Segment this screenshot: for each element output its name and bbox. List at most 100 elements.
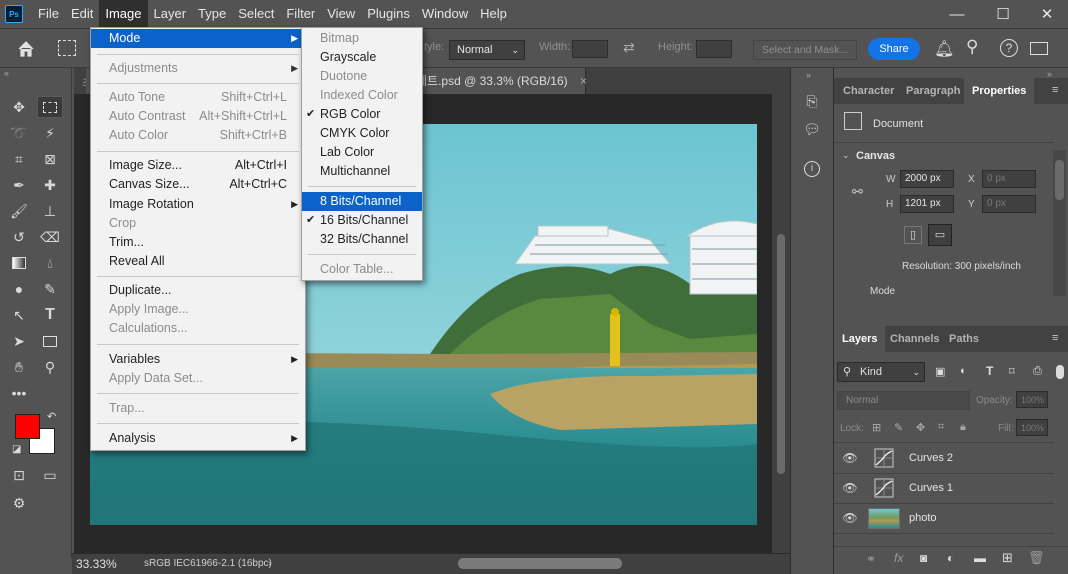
pen-tool-icon[interactable]: ✎ [37,278,63,300]
rectangle-tool-icon[interactable] [37,330,63,352]
layer-filter-dropdown[interactable]: ⚲ Kind ⌄ [837,362,925,382]
zoom-level[interactable]: 33.33% [76,557,117,571]
magic-wand-tool-icon[interactable]: ⚡ [37,122,63,144]
tab-layers[interactable]: Layers [834,326,886,352]
blend-mode-dropdown[interactable]: Normal [837,391,970,410]
hand-tool-icon[interactable]: ✋︎ [6,356,32,378]
swap-icon[interactable]: ⇄ [623,39,635,56]
marquee-tool-icon[interactable] [58,40,76,56]
add-mask-icon[interactable]: ◙ [920,551,927,565]
bell-icon[interactable]: 🔔︎ [934,39,954,59]
lock-artboard-icon[interactable]: ⌗ [938,421,944,434]
layer-name[interactable]: photo [909,512,937,524]
properties-scroll-thumb[interactable] [1055,160,1064,200]
menu-item-32-bits[interactable]: 32 Bits/Channel [302,230,422,249]
menu-item-color-table[interactable]: Color Table... [302,260,422,279]
menu-item-apply-image[interactable]: Apply Image... [91,300,305,319]
fill-input[interactable]: 100% [1016,419,1048,436]
canvas-height-input[interactable]: 1201 px [900,195,954,213]
tab-close-icon[interactable]: × [580,68,587,94]
link-icon[interactable]: ⚯ [852,184,863,200]
eyedropper-tool-icon[interactable]: ✒ [6,174,32,196]
menu-file[interactable]: File [32,0,65,28]
link-layers-icon[interactable]: ⚭ [866,552,876,566]
menu-item-crop[interactable]: Crop [91,214,305,233]
select-and-mask-button[interactable]: Select and Mask... [753,40,857,60]
filter-toggle[interactable] [1056,365,1064,379]
height-input[interactable] [696,40,732,58]
maximize-button[interactable]: ☐ [980,0,1026,28]
workspace-icon[interactable] [1030,42,1048,55]
tab-channels[interactable]: Channels [890,326,940,352]
frame-tool-icon[interactable]: ⊠ [37,148,63,170]
eye-icon[interactable]: 👁︎ [842,511,858,527]
eye-icon[interactable]: 👁︎ [842,451,858,467]
lock-position-icon[interactable]: ✥ [916,421,925,434]
help-icon[interactable]: ? [1000,39,1018,57]
menu-item-cmyk-color[interactable]: CMYK Color [302,124,422,143]
status-arrow-icon[interactable]: › [268,558,271,568]
menu-item-auto-contrast[interactable]: Auto Contrast Alt+Shift+Ctrl+L [91,107,305,126]
menu-select[interactable]: Select [232,0,280,28]
tab-paths[interactable]: Paths [949,326,979,352]
menu-filter[interactable]: Filter [280,0,321,28]
horizontal-scroll-thumb[interactable] [458,558,622,569]
layer-row[interactable]: 👁︎ Curves 2 [834,444,1054,474]
layer-row[interactable]: 👁︎ photo [834,504,1054,534]
path-selection-tool-icon[interactable]: ↖ [6,304,32,326]
menu-help[interactable]: Help [474,0,513,28]
menu-item-analysis[interactable]: Analysis ▶ [91,429,305,448]
rect-marquee-tool-icon[interactable] [37,96,63,118]
zoom-tool-icon[interactable]: ⚲ [37,356,63,378]
style-dropdown[interactable]: Normal ⌄ [449,40,525,60]
menu-item-auto-tone[interactable]: Auto Tone Shift+Ctrl+L [91,88,305,107]
menu-item-multichannel[interactable]: Multichannel [302,162,422,181]
menu-item-reveal-all[interactable]: Reveal All [91,252,305,271]
menu-item-rgb-color[interactable]: ✔ RGB Color [302,105,422,124]
menu-window[interactable]: Window [416,0,474,28]
close-window-button[interactable]: ✕ [1024,0,1068,28]
minimize-button[interactable]: — [934,0,980,28]
collapse-dock-icon[interactable]: » [806,70,811,80]
filter-pixel-icon[interactable]: ▣ [935,365,945,378]
filter-smart-object-icon[interactable]: ⎙ [1033,365,1042,378]
info-panel-icon[interactable]: i [799,158,825,180]
menu-item-duotone[interactable]: Duotone [302,67,422,86]
comments-panel-icon[interactable]: 💬︎ [799,118,825,140]
panel-menu-icon[interactable]: ≡ [1052,84,1058,96]
canvas-width-input[interactable]: 2000 px [900,170,954,188]
menu-item-duplicate[interactable]: Duplicate... [91,281,305,300]
menu-item-apply-data-set[interactable]: Apply Data Set... [91,369,305,388]
layer-name[interactable]: Curves 1 [909,482,953,494]
history-brush-tool-icon[interactable]: ↺ [6,226,32,248]
filter-type-icon[interactable]: T [986,364,993,378]
tab-properties[interactable]: Properties [964,78,1035,104]
canvas-x-input[interactable]: 0 px [982,170,1036,188]
healing-brush-tool-icon[interactable]: ✚ [37,174,63,196]
menu-layer[interactable]: Layer [148,0,193,28]
search-icon[interactable]: ⚲ [966,37,978,57]
canvas-y-input[interactable]: 0 px [982,195,1036,213]
filter-adjustment-icon[interactable]: ◐ [960,365,967,377]
menu-item-adjustments[interactable]: Adjustments ▶ [91,59,305,78]
lock-transparency-icon[interactable]: ⊞ [872,421,881,434]
direct-selection-tool-icon[interactable]: ➤ [6,330,32,352]
gradient-tool-icon[interactable] [6,252,32,274]
properties-scrollbar[interactable] [1053,150,1066,296]
opacity-input[interactable]: 100% [1016,391,1048,408]
crop-tool-icon[interactable]: ⌗ [6,148,32,170]
menu-item-bitmap[interactable]: Bitmap [302,29,422,48]
menu-item-image-size[interactable]: Image Size... Alt+Ctrl+I [91,156,305,175]
landscape-orientation-icon[interactable]: ▭ [928,224,952,246]
layers-menu-icon[interactable]: ≡ [1052,332,1058,344]
extras-icon[interactable]: ⚙ [6,492,32,514]
lock-image-icon[interactable]: ✎ [894,421,903,434]
menu-item-calculations[interactable]: Calculations... [91,319,305,338]
menu-item-grayscale[interactable]: Grayscale [302,48,422,67]
layer-row[interactable]: 👁︎ Curves 1 [834,474,1054,504]
menu-item-indexed-color[interactable]: Indexed Color [302,86,422,105]
share-button[interactable]: Share [868,38,920,60]
adjustment-layer-icon[interactable]: ◐ [947,551,954,565]
menu-item-trim[interactable]: Trim... [91,233,305,252]
menu-item-lab-color[interactable]: Lab Color [302,143,422,162]
